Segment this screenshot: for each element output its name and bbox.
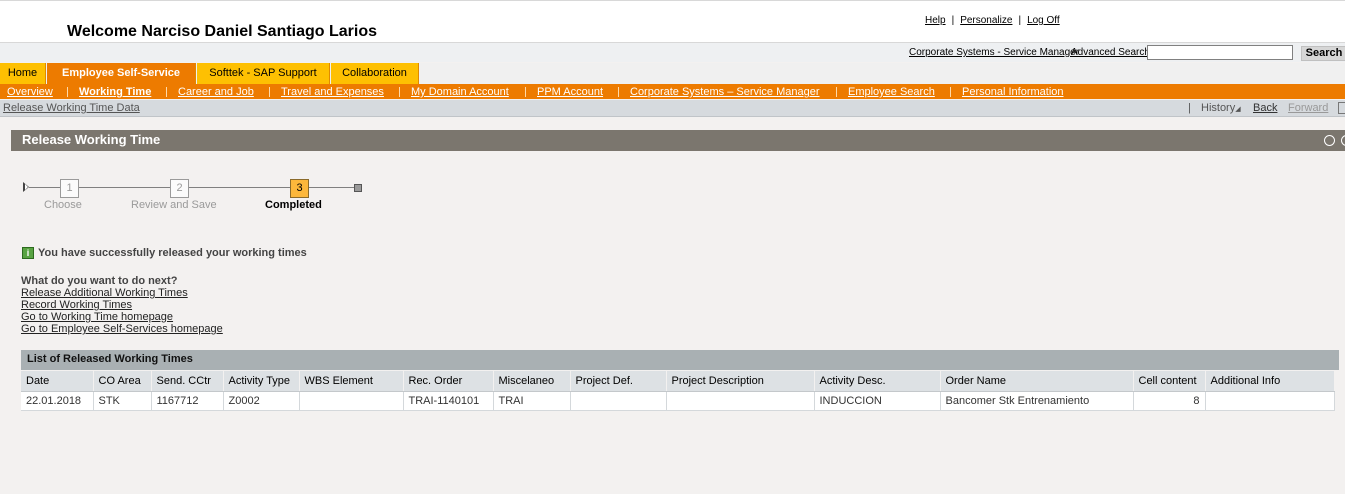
subnav-separator xyxy=(166,87,167,97)
released-working-times-table: Date CO Area Send. CCtr Activity Type WB… xyxy=(21,371,1335,411)
table-title: List of Released Working Times xyxy=(27,353,193,365)
table-cell-date: 22.01.2018 xyxy=(21,391,94,411)
table-header-row: Date CO Area Send. CCtr Activity Type WB… xyxy=(21,371,1335,392)
service-manager-link[interactable]: Corporate Systems - Service Manager xyxy=(909,47,1079,58)
subnav-separator xyxy=(67,87,68,97)
forward-link[interactable]: Forward xyxy=(1288,102,1328,114)
tab-softtek-sap-support[interactable]: Softtek - SAP Support xyxy=(197,63,330,84)
log-off-link[interactable]: Log Off xyxy=(1027,15,1060,26)
roadmap-step-1[interactable]: 1 xyxy=(60,179,79,198)
roadmap-step-3-label: Completed xyxy=(265,199,322,211)
ess-homepage-link[interactable]: Go to Employee Self-Services homepage xyxy=(21,323,223,335)
subnav-separator xyxy=(618,87,619,97)
table-cell-co-area: STK xyxy=(93,391,152,411)
subnav-item-service-manager[interactable]: Corporate Systems – Service Manager xyxy=(630,86,820,98)
table-cell-project-description xyxy=(666,391,815,411)
subnav-item-personal-information[interactable]: Personal Information xyxy=(962,86,1064,98)
subnav-item-career-and-job[interactable]: Career and Job xyxy=(178,86,254,98)
content-navigation-bar: Release Working Time Data | History◢ Bac… xyxy=(0,100,1345,117)
table-cell-activity-type: Z0002 xyxy=(223,391,300,411)
tab-employee-self-service[interactable]: Employee Self-Service xyxy=(47,63,196,84)
collapse-icon[interactable] xyxy=(1338,102,1345,114)
page-title: Release Working Time xyxy=(22,132,161,147)
separator: | xyxy=(951,15,955,26)
second-level-navigation: Overview Working Time Career and Job Tra… xyxy=(0,84,1345,99)
table-title-bar: List of Released Working Times xyxy=(21,350,1339,370)
subnav-item-my-domain-account[interactable]: My Domain Account xyxy=(411,86,509,98)
column-header-activity-desc[interactable]: Activity Desc. xyxy=(814,371,941,392)
subnav-separator xyxy=(525,87,526,97)
success-info-icon: i xyxy=(22,247,34,259)
column-header-activity-type[interactable]: Activity Type xyxy=(223,371,300,392)
separator: | xyxy=(1018,15,1022,26)
roadmap-step-1-label: Choose xyxy=(44,199,82,211)
table-cell-miscelaneo: TRAI xyxy=(493,391,571,411)
column-header-co-area[interactable]: CO Area xyxy=(93,371,152,392)
working-time-homepage-link[interactable]: Go to Working Time homepage xyxy=(21,311,173,323)
table-cell-activity-desc: INDUCCION xyxy=(814,391,941,411)
column-header-date[interactable]: Date xyxy=(21,371,94,392)
table-cell-project-def xyxy=(570,391,667,411)
top-level-navigation: Home Employee Self-Service Softtek - SAP… xyxy=(0,63,1345,84)
column-header-wbs-element[interactable]: WBS Element xyxy=(299,371,404,392)
column-header-additional-info[interactable]: Additional Info xyxy=(1205,371,1335,392)
top-links: Help | Personalize | Log Off xyxy=(925,15,1060,26)
search-button[interactable]: Search xyxy=(1301,46,1345,61)
column-header-project-def[interactable]: Project Def. xyxy=(570,371,667,392)
column-header-send-cctr[interactable]: Send. CCtr xyxy=(151,371,224,392)
advanced-search-link[interactable]: Advanced Search xyxy=(1071,47,1150,58)
table-cell-order-name: Bancomer Stk Entrenamiento xyxy=(940,391,1134,411)
table-cell-cell-content: 8 xyxy=(1133,391,1206,411)
release-additional-link[interactable]: Release Additional Working Times xyxy=(21,287,188,299)
roadmap-end-icon xyxy=(354,184,362,192)
subnav-separator xyxy=(399,87,400,97)
subnav-item-overview[interactable]: Overview xyxy=(7,86,53,98)
roadmap-step-3[interactable]: 3 xyxy=(290,179,309,198)
success-message: You have successfully released your work… xyxy=(38,247,307,259)
column-header-order-name[interactable]: Order Name xyxy=(940,371,1134,392)
column-header-project-description[interactable]: Project Description xyxy=(666,371,815,392)
table-row[interactable]: 22.01.2018 STK 1167712 Z0002 TRAI-114010… xyxy=(21,391,1335,411)
separator: | xyxy=(1188,102,1191,114)
help-link[interactable]: Help xyxy=(925,15,946,26)
table-cell-wbs-element xyxy=(299,391,404,411)
help-icon[interactable] xyxy=(1341,135,1345,146)
table-cell-rec-order: TRAI-1140101 xyxy=(403,391,494,411)
subnav-item-employee-search[interactable]: Employee Search xyxy=(848,86,935,98)
roadmap-step-2-label: Review and Save xyxy=(131,199,217,211)
search-bar: Corporate Systems - Service Manager Adva… xyxy=(0,42,1345,62)
table-cell-additional-info xyxy=(1205,391,1335,411)
table-cell-send-cctr: 1167712 xyxy=(151,391,224,411)
roadmap-step-2[interactable]: 2 xyxy=(170,179,189,198)
record-working-times-link[interactable]: Record Working Times xyxy=(21,299,132,311)
history-dropdown[interactable]: History◢ xyxy=(1201,102,1241,114)
subnav-item-ppm-account[interactable]: PPM Account xyxy=(537,86,603,98)
portal-header: Welcome Narciso Daniel Santiago Larios H… xyxy=(0,0,1345,42)
search-input[interactable] xyxy=(1147,45,1293,60)
subnav-item-travel-and-expenses[interactable]: Travel and Expenses xyxy=(281,86,384,98)
column-header-cell-content[interactable]: Cell content xyxy=(1133,371,1206,392)
options-icon[interactable] xyxy=(1324,135,1335,146)
page-title-bar: Release Working Time xyxy=(11,130,1345,151)
next-steps-question: What do you want to do next? xyxy=(21,275,178,287)
history-label: History xyxy=(1201,102,1236,114)
personalize-link[interactable]: Personalize xyxy=(960,15,1012,26)
column-header-miscelaneo[interactable]: Miscelaneo xyxy=(493,371,571,392)
back-link[interactable]: Back xyxy=(1253,102,1277,114)
dropdown-triangle-icon: ◢ xyxy=(1235,106,1241,113)
subnav-separator xyxy=(950,87,951,97)
roadmap-start-inner xyxy=(25,184,28,190)
column-header-rec-order[interactable]: Rec. Order xyxy=(403,371,494,392)
subnav-separator xyxy=(836,87,837,97)
breadcrumb[interactable]: Release Working Time Data xyxy=(3,102,140,114)
subnav-item-working-time[interactable]: Working Time xyxy=(79,86,151,98)
subnav-separator xyxy=(269,87,270,97)
tab-home[interactable]: Home xyxy=(0,63,46,84)
tab-collaboration[interactable]: Collaboration xyxy=(331,63,419,84)
welcome-text: Welcome Narciso Daniel Santiago Larios xyxy=(67,23,378,40)
